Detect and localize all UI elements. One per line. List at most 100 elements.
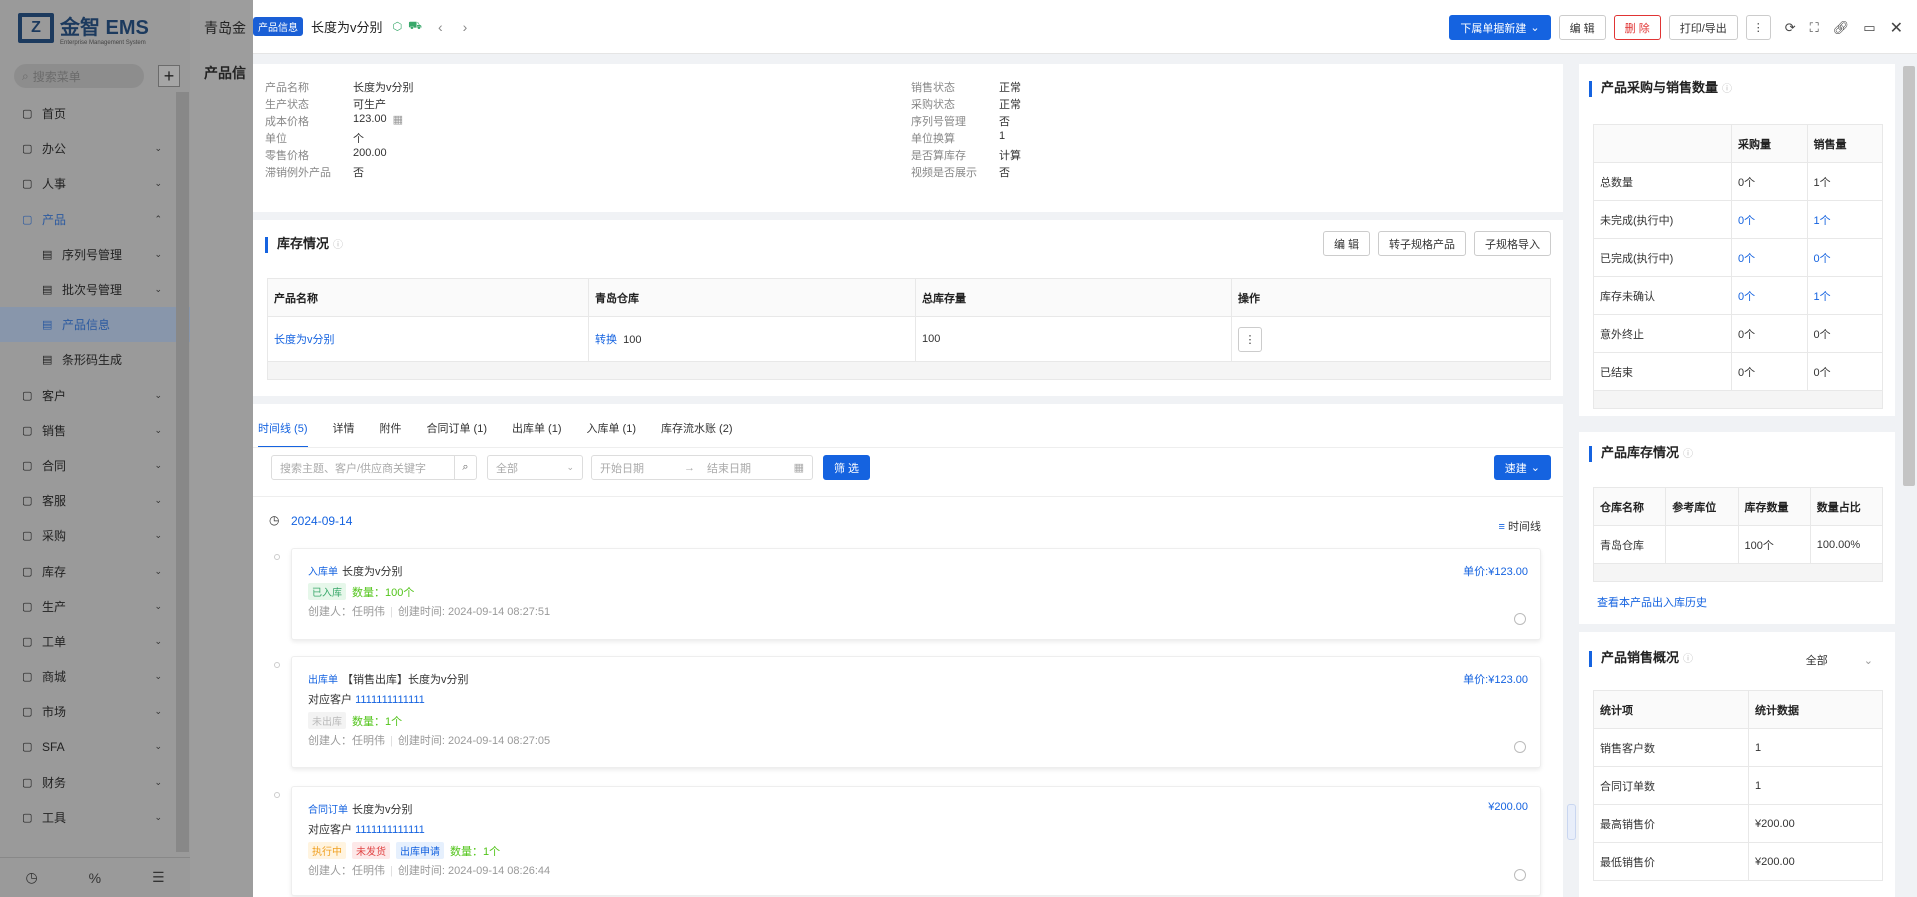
- comment-icon[interactable]: [1514, 869, 1526, 881]
- sidebar-item[interactable]: ▢ 办公 ⌄: [0, 131, 190, 166]
- chevron-down-icon: ⌄: [154, 600, 162, 611]
- chevron-down-icon: ⌄: [154, 284, 162, 295]
- list-icon[interactable]: ☰: [152, 869, 165, 886]
- more-icon[interactable]: ⋮: [1745, 15, 1771, 40]
- ps-cell[interactable]: 0个: [1814, 253, 1831, 265]
- stock-history-link[interactable]: 查看本产品出入库历史: [1597, 594, 1707, 610]
- sidebar-item[interactable]: ▢ 销售 ⌄: [0, 413, 190, 448]
- product-stock-card: 产品库存情况 ⓘ 仓库名称 参考库位 库存数量 数量占比 青岛仓库 100个 100.00%…: [1579, 432, 1895, 624]
- item-type[interactable]: 入库单: [308, 567, 338, 578]
- percent-icon[interactable]: %: [89, 870, 101, 886]
- info-field: 销售状态 正常: [911, 79, 1021, 95]
- row-more-icon[interactable]: ⋮: [1238, 326, 1262, 352]
- cube-icon[interactable]: ⬡: [393, 20, 403, 33]
- new-sub-document-button[interactable]: 下属单据新建 ⌄: [1449, 15, 1551, 40]
- tab-item[interactable]: 库存流水账 (2): [661, 410, 733, 448]
- timeline-toggle[interactable]: ≡ 时间线: [1499, 518, 1541, 534]
- next-icon[interactable]: ›: [463, 19, 468, 35]
- window-icon[interactable]: ▭: [1863, 20, 1875, 36]
- refresh-icon[interactable]: ⟳: [1785, 20, 1796, 36]
- sidebar-scrollbar[interactable]: [176, 92, 189, 852]
- tab-item[interactable]: 详情: [333, 410, 355, 448]
- prev-icon[interactable]: ‹: [438, 19, 443, 35]
- sidebar-item[interactable]: ▢ 财务 ⌄: [0, 765, 190, 800]
- sidebar-item[interactable]: ▤ 条形码生成: [0, 342, 190, 377]
- close-icon[interactable]: ✕: [1890, 18, 1903, 38]
- type-select[interactable]: 全部 ⌄: [487, 455, 583, 480]
- sidebar-item[interactable]: ▢ 客服 ⌄: [0, 483, 190, 518]
- comment-icon[interactable]: [1514, 613, 1526, 625]
- info-field: 生产状态 可生产: [265, 96, 386, 112]
- sidebar-item[interactable]: ▤ 产品信息: [0, 307, 190, 343]
- comment-icon[interactable]: [1514, 741, 1526, 753]
- link-icon[interactable]: 🔗︎: [1833, 20, 1850, 36]
- sidebar-item[interactable]: ▢ SFA ⌄: [0, 729, 190, 764]
- delete-button[interactable]: 删 除: [1613, 15, 1661, 40]
- ps-cell[interactable]: 0个: [1738, 215, 1755, 227]
- ps-cell[interactable]: 0个: [1738, 253, 1755, 265]
- timeline-item[interactable]: 合同订单 长度为v分别 ¥200.00 对应客户 1111111111111 执行中 未发…: [291, 786, 1541, 896]
- tab-item[interactable]: 入库单 (1): [587, 410, 637, 448]
- sidebar-item[interactable]: ▢ 工具 ⌄: [0, 800, 190, 835]
- edit-button[interactable]: 编 辑: [1558, 15, 1606, 40]
- stock-edit-button[interactable]: 编 辑: [1322, 231, 1370, 256]
- convert-sub-spec-button[interactable]: 转子规格产品: [1378, 231, 1466, 256]
- sidebar-item[interactable]: ▢ 人事 ⌄: [0, 166, 190, 201]
- table-row: 已完成(执行中) 0个 0个: [1593, 238, 1883, 277]
- so-header: 统计项: [1593, 690, 1749, 729]
- timeline-item[interactable]: 出库单 【销售出库】长度为v分别 单价:¥123.00 对应客户 1111111111…: [291, 656, 1541, 768]
- add-menu-button[interactable]: +: [158, 65, 180, 87]
- field-value: 计算: [999, 150, 1021, 162]
- ps-cell[interactable]: 1个: [1814, 291, 1831, 303]
- sidebar-item[interactable]: ▢ 工单 ⌄: [0, 624, 190, 659]
- sidebar-item[interactable]: ▢ 产品 ⌃: [0, 202, 190, 237]
- sub-spec-import-button[interactable]: 子规格导入: [1474, 231, 1551, 256]
- sales-range-select[interactable]: 全部 ⌄: [1806, 652, 1873, 668]
- tab-item[interactable]: 附件: [380, 410, 402, 448]
- history-icon[interactable]: ◷: [25, 869, 37, 886]
- date-range-picker[interactable]: 开始日期 → 结束日期 ▦: [591, 455, 813, 480]
- timeline-item[interactable]: 入库单 长度为v分别 单价:¥123.00 已入库 数量：100个 创建人：任明伟 | 创建时…: [291, 548, 1541, 640]
- help-icon[interactable]: ⓘ: [1722, 84, 1732, 95]
- truck-icon[interactable]: ⛟: [408, 20, 422, 34]
- customer-link[interactable]: 1111111111111: [355, 694, 425, 706]
- tool-icon: ▢: [22, 811, 33, 824]
- help-icon[interactable]: ⓘ: [1683, 449, 1693, 460]
- item-type[interactable]: 合同订单: [308, 805, 348, 816]
- stock-convert-link[interactable]: 转换: [595, 334, 617, 346]
- sidebar-item[interactable]: ▢ 合同 ⌄: [0, 448, 190, 483]
- sidebar-item[interactable]: ▢ 采购 ⌄: [0, 518, 190, 553]
- sidebar-item[interactable]: ▤ 序列号管理 ⌄: [0, 237, 190, 272]
- sidebar-item[interactable]: ▤ 批次号管理 ⌄: [0, 272, 190, 307]
- sidebar-item[interactable]: ▢ 生产 ⌄: [0, 589, 190, 624]
- tab-item[interactable]: 出库单 (1): [512, 410, 562, 448]
- ps-cell[interactable]: 0个: [1738, 291, 1755, 303]
- sidebar-item[interactable]: ▢ 库存 ⌄: [0, 553, 190, 588]
- fullscreen-icon[interactable]: ⛶: [1810, 20, 1819, 36]
- filter-button[interactable]: 筛 选: [823, 455, 871, 480]
- sidebar-item[interactable]: ▢ 商城 ⌄: [0, 659, 190, 694]
- purchase-icon: ▢: [22, 530, 33, 543]
- sidebar-item[interactable]: ▢ 首页: [0, 96, 190, 131]
- drawer-scrollbar[interactable]: [1903, 66, 1915, 486]
- timeline-search-input[interactable]: 搜索主题、客户/供应商关键字 ⌕: [271, 455, 477, 480]
- table-row: 总数量 0个 1个: [1593, 162, 1883, 201]
- calculator-icon[interactable]: ▦: [393, 113, 403, 129]
- search-icon[interactable]: ⌕: [454, 456, 476, 479]
- sidebar-item[interactable]: ▢ 市场 ⌄: [0, 694, 190, 729]
- ps-cell[interactable]: 1个: [1814, 215, 1831, 227]
- field-value: 个: [353, 133, 364, 145]
- item-type[interactable]: 出库单: [308, 675, 338, 686]
- menu-search-input[interactable]: ⌕ 搜索菜单: [14, 64, 144, 88]
- help-icon[interactable]: ⓘ: [333, 240, 343, 251]
- stock-product-link[interactable]: 长度为v分别: [274, 334, 335, 346]
- sidebar-item[interactable]: ▢ 客户 ⌄: [0, 378, 190, 413]
- tab-item[interactable]: 时间线 (5): [258, 410, 308, 448]
- collapse-handle[interactable]: [1567, 804, 1576, 840]
- print-export-button[interactable]: 打印/导出: [1668, 15, 1738, 40]
- customer-link[interactable]: 1111111111111: [355, 824, 425, 836]
- field-value: 123.00: [353, 113, 387, 125]
- quick-create-button[interactable]: 速建 ⌄: [1493, 455, 1551, 480]
- tab-item[interactable]: 合同订单 (1): [427, 410, 488, 448]
- help-icon[interactable]: ⓘ: [1683, 654, 1693, 665]
